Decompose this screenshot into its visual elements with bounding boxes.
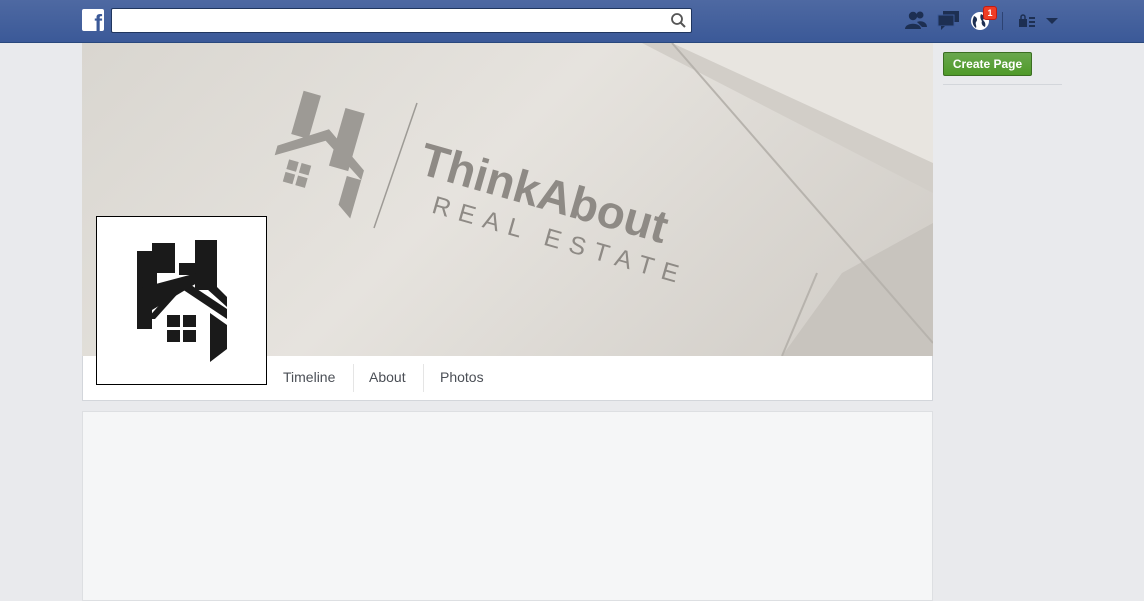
facebook-logo-icon[interactable]: f (82, 9, 104, 31)
create-page-button[interactable]: Create Page (943, 52, 1032, 76)
tab-photos[interactable]: Photos (440, 356, 484, 400)
account-menu-chevron-icon[interactable] (1045, 17, 1059, 25)
search-icon[interactable] (670, 12, 687, 29)
search-input[interactable] (112, 9, 660, 32)
privacy-lock-icon[interactable] (1018, 14, 1036, 28)
notification-count-badge: 1 (983, 6, 997, 20)
tab-divider (423, 364, 424, 392)
messages-icon[interactable] (937, 10, 961, 30)
logo-letter: f (94, 10, 102, 32)
right-sidebar: Create Page (933, 43, 1144, 601)
tab-about[interactable]: About (369, 356, 406, 400)
nav-divider (1002, 12, 1003, 30)
sidebar-divider (943, 84, 1062, 85)
search-box (111, 8, 692, 33)
tab-divider (353, 364, 354, 392)
profile-picture[interactable] (96, 216, 267, 385)
friend-requests-icon[interactable] (904, 10, 928, 30)
tab-timeline[interactable]: Timeline (283, 356, 335, 400)
timeline-content-area (82, 411, 933, 601)
house-logo-icon (137, 240, 227, 362)
top-navigation-bar: f 1 (0, 0, 1144, 43)
